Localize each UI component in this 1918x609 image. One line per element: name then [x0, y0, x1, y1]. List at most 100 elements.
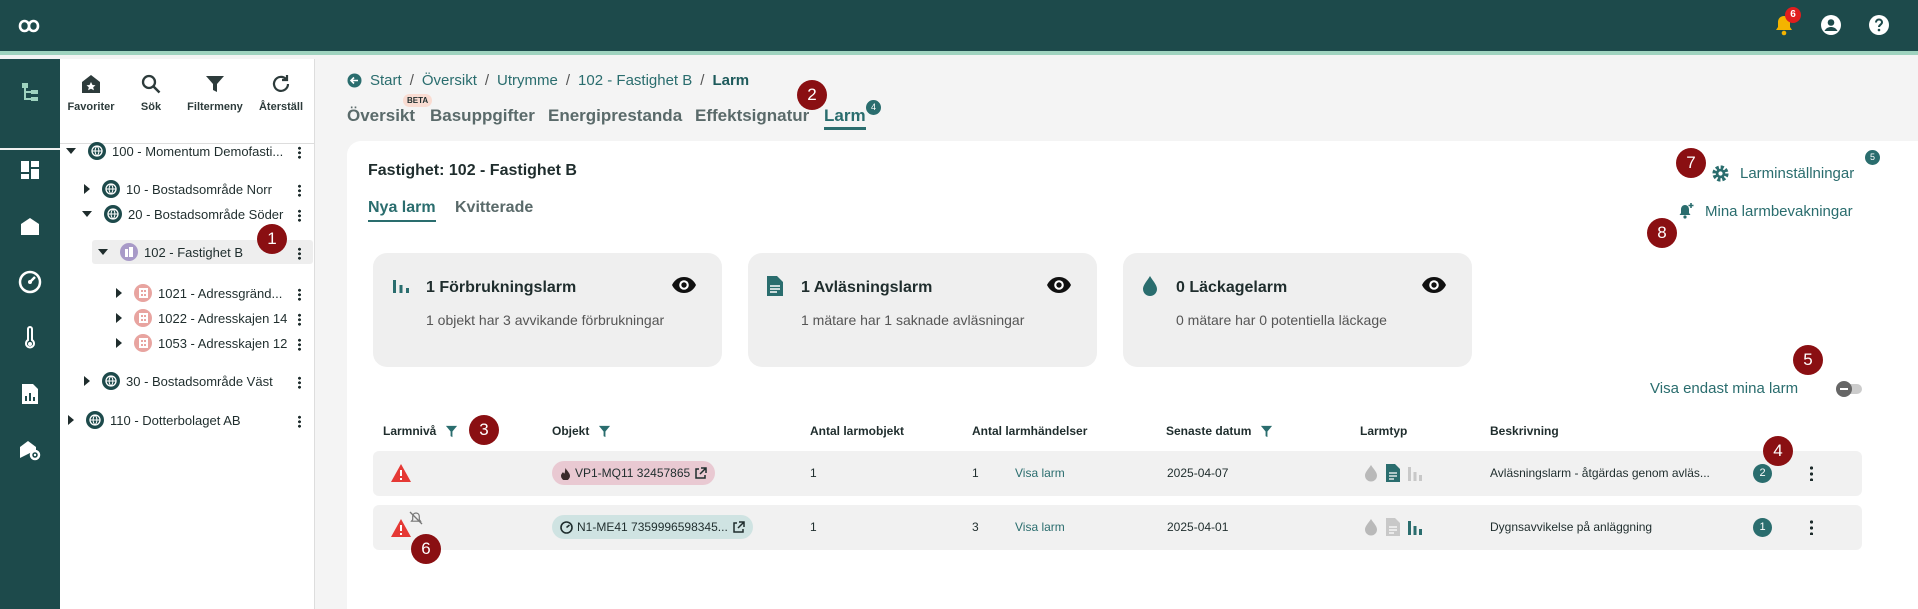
tree-node-1053[interactable]: 1053 - Adresskajen 12 [114, 331, 287, 355]
kpi-leak-alarm: 0 Läckagelarm 0 mätare har 0 potentiella… [1123, 253, 1472, 367]
help-icon[interactable] [1868, 14, 1890, 36]
node-menu-icon[interactable] [298, 338, 301, 351]
collapsed-caret-icon[interactable] [116, 313, 122, 323]
settings-building-icon[interactable] [17, 437, 43, 463]
collapsed-caret-icon[interactable] [84, 184, 90, 194]
apartment-icon [134, 334, 152, 352]
node-menu-icon[interactable] [298, 209, 301, 222]
collapsed-caret-icon[interactable] [68, 415, 74, 425]
expand-caret-icon[interactable] [98, 249, 108, 255]
collapsed-caret-icon[interactable] [116, 338, 122, 348]
object-chip[interactable]: VP1-MQ11 32457865 [552, 461, 716, 485]
water-drop-icon [1141, 275, 1159, 297]
speedometer-icon[interactable] [17, 269, 43, 295]
home-icon[interactable] [17, 213, 43, 239]
favorites-button[interactable]: Favoriter [60, 73, 122, 113]
alarm-objects-count: 1 [810, 466, 817, 480]
search-button[interactable]: Sök [120, 73, 182, 113]
my-alarm-watches-link[interactable]: Mina larmbevakningar [1677, 202, 1853, 220]
filter-menu-label: Filtermeny [187, 101, 243, 113]
eye-icon[interactable] [1421, 275, 1447, 295]
tree-node-1021[interactable]: 1021 - Adressgränd... [114, 281, 282, 305]
globe-icon [86, 411, 104, 429]
header-alarm-type: Larmtyp [1360, 424, 1408, 438]
gear-icon [1712, 165, 1729, 182]
node-menu-icon[interactable] [298, 247, 301, 260]
reset-button[interactable]: Återställ [250, 73, 312, 113]
node-menu-icon[interactable] [298, 415, 301, 428]
alarm-count-badge: 2 [1753, 464, 1772, 483]
tree-node-1022[interactable]: 1022 - Adresskajen 14 [114, 306, 287, 330]
breadcrumb-property[interactable]: 102 - Fastighet B [578, 72, 692, 89]
latest-date: 2025-04-07 [1167, 466, 1229, 480]
table-row[interactable]: VP1-MQ11 32457865 1 1 Visa larm 2025-04-… [373, 451, 1862, 496]
tab-base-data[interactable]: Basuppgifter [430, 106, 535, 126]
show-alarm-link[interactable]: Visa larm [1015, 466, 1065, 480]
expand-caret-icon[interactable] [82, 211, 92, 217]
only-my-alarms-toggle[interactable] [1836, 381, 1862, 397]
tab-effect-signature[interactable]: Effektsignatur [695, 106, 809, 126]
subtab-new-alarms[interactable]: Nya larm [368, 199, 436, 222]
property-tree-panel: Favoriter Sök Filtermeny Återställ 100 -… [60, 59, 315, 609]
filter-icon[interactable] [1260, 425, 1273, 438]
dashboard-icon[interactable] [17, 157, 43, 183]
warning-triangle-icon [391, 464, 411, 482]
tab-overview[interactable]: Översikt BETA [347, 94, 433, 126]
table-row[interactable]: N1-ME41 7359996598345... 1 3 Visa larm 2… [373, 505, 1862, 550]
logo-icon[interactable] [14, 15, 44, 37]
kpi-title: 1 Avläsningslarm [801, 279, 933, 296]
alarm-count-badge: 1 [1753, 518, 1772, 537]
breadcrumb-separator: / [565, 72, 571, 89]
row-menu-icon[interactable] [1810, 465, 1813, 481]
alarm-type-icons [1363, 463, 1423, 483]
notifications-bell-icon[interactable]: 6 [1774, 7, 1801, 36]
callout-marker: 5 [1793, 345, 1823, 375]
alarm-settings-link[interactable]: Larminställningar [1711, 164, 1854, 183]
tab-alarm[interactable]: Larm [824, 106, 866, 130]
node-menu-icon[interactable] [298, 288, 301, 301]
user-account-icon[interactable] [1820, 14, 1842, 36]
eye-icon[interactable] [671, 275, 697, 295]
tree-node-norr[interactable]: 10 - Bostadsområde Norr [82, 177, 272, 201]
expand-caret-icon[interactable] [66, 148, 76, 154]
tree-structure-icon[interactable] [17, 79, 43, 105]
tree-node-label: 30 - Bostadsområde Väst [126, 373, 273, 389]
back-arrow-icon[interactable] [347, 73, 362, 88]
show-alarm-link[interactable]: Visa larm [1015, 520, 1065, 534]
kpi-subtitle: 1 objekt har 3 avvikande förbrukningar [426, 312, 665, 328]
node-menu-icon[interactable] [298, 313, 301, 326]
tree-node-soder[interactable]: 20 - Bostadsområde Söder [82, 202, 283, 226]
filter-icon[interactable] [445, 425, 458, 438]
external-link-icon[interactable] [694, 466, 707, 480]
breadcrumb-overview[interactable]: Översikt [422, 72, 477, 89]
tree-node-vast[interactable]: 30 - Bostadsområde Väst [82, 369, 273, 393]
row-menu-icon[interactable] [1810, 519, 1813, 535]
node-menu-icon[interactable] [298, 376, 301, 389]
header-alarm-objects: Antal larmobjekt [810, 424, 905, 438]
object-chip[interactable]: N1-ME41 7359996598345... [552, 515, 753, 539]
tree-node-momentum[interactable]: 100 - Momentum Demofasti... [66, 139, 283, 163]
tree-node-fastighet-b[interactable]: 102 - Fastighet B [98, 240, 243, 264]
filter-icon[interactable] [598, 425, 611, 438]
breadcrumb-start[interactable]: Start [370, 72, 402, 89]
reset-label: Återställ [258, 101, 304, 113]
toggle-thumb [1836, 381, 1852, 397]
header-description: Beskrivning [1490, 424, 1559, 438]
water-drop-icon [1365, 465, 1377, 482]
node-menu-icon[interactable] [298, 146, 301, 159]
subtab-acknowledged[interactable]: Kvitterade [455, 199, 533, 217]
object-name: N1-ME41 7359996598345... [577, 520, 728, 534]
thermometer-icon[interactable] [17, 325, 43, 351]
node-menu-icon[interactable] [298, 184, 301, 197]
apartment-icon [134, 309, 152, 327]
breadcrumb-separator: / [484, 72, 490, 89]
eye-icon[interactable] [1046, 275, 1072, 295]
breadcrumb-space[interactable]: Utrymme [497, 72, 558, 89]
tab-energy-performance[interactable]: Energiprestanda [548, 106, 682, 126]
tree-node-dotterbolaget[interactable]: 110 - Dotterbolaget AB [66, 408, 241, 432]
report-document-icon[interactable] [17, 381, 43, 407]
collapsed-caret-icon[interactable] [84, 376, 90, 386]
external-link-icon[interactable] [732, 520, 745, 534]
collapsed-caret-icon[interactable] [116, 288, 122, 298]
filter-menu-button[interactable]: Filtermeny [184, 73, 246, 113]
